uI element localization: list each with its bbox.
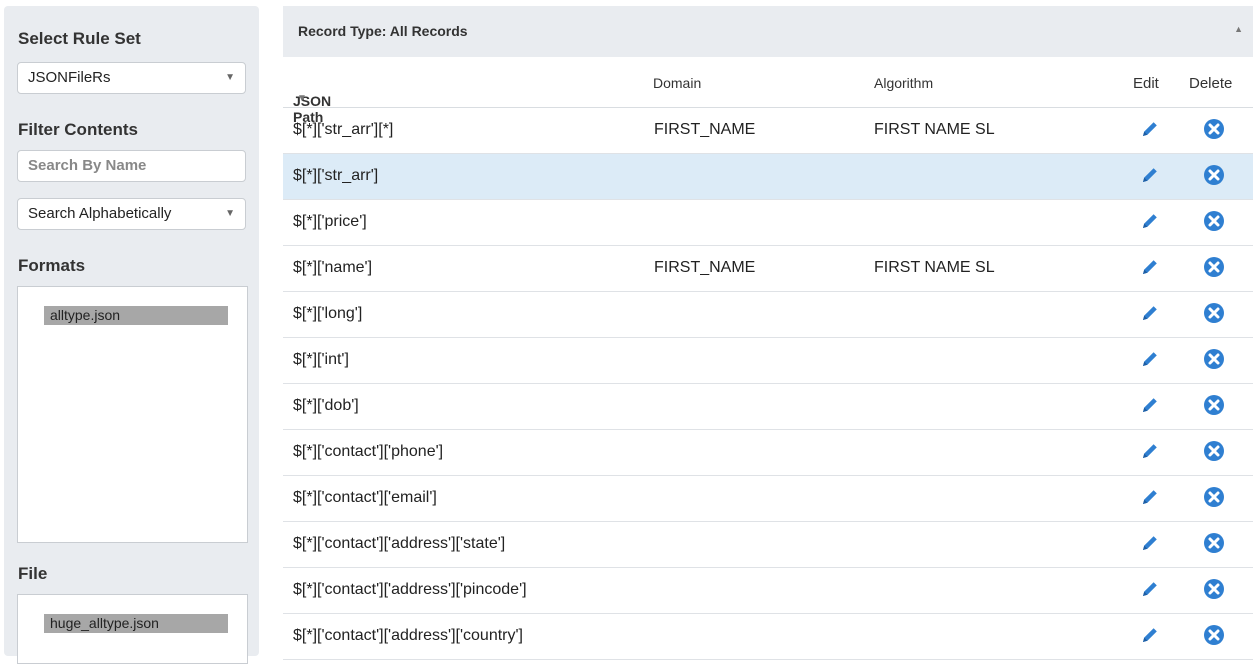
filter-heading: Filter Contents [18, 120, 138, 139]
json-path-cell: $[*]['str_arr'][*] [293, 121, 394, 138]
pencil-icon[interactable] [1140, 625, 1160, 650]
circle-x-icon[interactable] [1203, 164, 1225, 191]
formats-list-item[interactable]: alltype.json [44, 306, 228, 325]
formats-list[interactable]: alltype.json [17, 286, 248, 543]
json-path-cell: $[*]['contact']['address']['state'] [293, 535, 506, 552]
pencil-icon[interactable] [1140, 441, 1160, 466]
pencil-icon[interactable] [1140, 349, 1160, 374]
caret-up-icon[interactable]: ▲ [1234, 24, 1243, 34]
table-row[interactable]: $[*]['str_arr'][*] FIRST_NAME FIRST NAME S… [283, 108, 1253, 154]
domain-cell: FIRST_NAME [654, 259, 756, 276]
circle-x-icon[interactable] [1203, 394, 1225, 421]
search-input[interactable]: Search By Name [17, 150, 246, 182]
json-path-cell: $[*]['contact']['address']['pincode'] [293, 581, 527, 598]
column-algorithm: Algorithm [874, 75, 934, 91]
rule-set-heading: Select Rule Set [18, 29, 141, 48]
json-path-cell: $[*]['name'] [293, 259, 373, 276]
table-row[interactable]: $[*]['long'] [283, 292, 1253, 338]
json-path-cell: $[*]['contact']['address']['country'] [293, 627, 523, 644]
pencil-icon[interactable] [1140, 165, 1160, 190]
rule-set-select[interactable]: JSONFileRs ▼ [17, 62, 246, 94]
pencil-icon[interactable] [1140, 579, 1160, 604]
pencil-icon[interactable] [1140, 533, 1160, 558]
json-path-cell: $[*]['dob'] [293, 397, 359, 414]
json-path-cell: $[*]['str_arr'] [293, 167, 379, 184]
circle-x-icon[interactable] [1203, 256, 1225, 283]
table-row[interactable]: $[*]['str_arr'] [283, 154, 1253, 200]
column-delete: Delete [1189, 75, 1233, 92]
domain-cell: FIRST_NAME [654, 121, 756, 138]
circle-x-icon[interactable] [1203, 486, 1225, 513]
caret-down-icon: ▼ [225, 208, 235, 219]
pencil-icon[interactable] [1140, 257, 1160, 282]
json-path-cell: $[*]['contact']['phone'] [293, 443, 444, 460]
circle-x-icon[interactable] [1203, 348, 1225, 375]
record-type-title: Record Type: All Records [298, 23, 468, 39]
column-edit: Edit [1133, 75, 1159, 92]
circle-x-icon[interactable] [1203, 532, 1225, 559]
circle-x-icon[interactable] [1203, 624, 1225, 651]
table-row[interactable]: $[*]['int'] [283, 338, 1253, 384]
table-row[interactable]: $[*]['contact']['address']['state'] [283, 522, 1253, 568]
record-type-bar[interactable]: Record Type: All Records ▲ [283, 6, 1253, 57]
pencil-icon[interactable] [1140, 395, 1160, 420]
table-row[interactable]: $[*]['dob'] [283, 384, 1253, 430]
rule-set-value: JSONFileRs [28, 69, 111, 86]
circle-x-icon[interactable] [1203, 210, 1225, 237]
sort-down-icon[interactable]: ▼ [297, 93, 307, 104]
table-row[interactable]: $[*]['contact']['address']['country'] [283, 614, 1253, 660]
table-row[interactable]: $[*]['contact']['phone'] [283, 430, 1253, 476]
file-heading: File [18, 564, 48, 583]
rules-table: Record Type: All Records ▲ JSON Path ▼ Do… [283, 6, 1253, 660]
table-header: JSON Path ▼ Domain Algorithm Edit Delete [283, 57, 1253, 125]
algorithm-cell: FIRST NAME SL [874, 121, 995, 138]
table-row[interactable]: $[*]['contact']['email'] [283, 476, 1253, 522]
file-list-item[interactable]: huge_alltype.json [44, 614, 228, 633]
circle-x-icon[interactable] [1203, 578, 1225, 605]
sort-select[interactable]: Search Alphabetically ▼ [17, 198, 246, 230]
sort-value: Search Alphabetically [28, 205, 172, 222]
circle-x-icon[interactable] [1203, 118, 1225, 145]
sidebar: Select Rule Set JSONFileRs ▼ Filter Cont… [4, 6, 259, 664]
circle-x-icon[interactable] [1203, 440, 1225, 467]
pencil-icon[interactable] [1140, 487, 1160, 512]
caret-down-icon: ▼ [225, 72, 235, 83]
table-row[interactable]: $[*]['price'] [283, 200, 1253, 246]
json-path-cell: $[*]['price'] [293, 213, 367, 230]
algorithm-cell: FIRST NAME SL [874, 259, 995, 276]
circle-x-icon[interactable] [1203, 302, 1225, 329]
search-placeholder: Search By Name [28, 157, 147, 174]
json-path-cell: $[*]['int'] [293, 351, 349, 368]
file-list[interactable]: huge_alltype.json [17, 594, 248, 664]
json-path-cell: $[*]['contact']['email'] [293, 489, 437, 506]
formats-heading: Formats [18, 256, 86, 275]
pencil-icon[interactable] [1140, 211, 1160, 236]
json-path-cell: $[*]['long'] [293, 305, 363, 322]
column-domain: Domain [653, 75, 702, 91]
table-body: $[*]['str_arr'][*] FIRST_NAME FIRST NAME S… [283, 108, 1253, 660]
table-row[interactable]: $[*]['contact']['address']['pincode'] [283, 568, 1253, 614]
pencil-icon[interactable] [1140, 119, 1160, 144]
table-row[interactable]: $[*]['name'] FIRST_NAME FIRST NAME SL [283, 246, 1253, 292]
pencil-icon[interactable] [1140, 303, 1160, 328]
